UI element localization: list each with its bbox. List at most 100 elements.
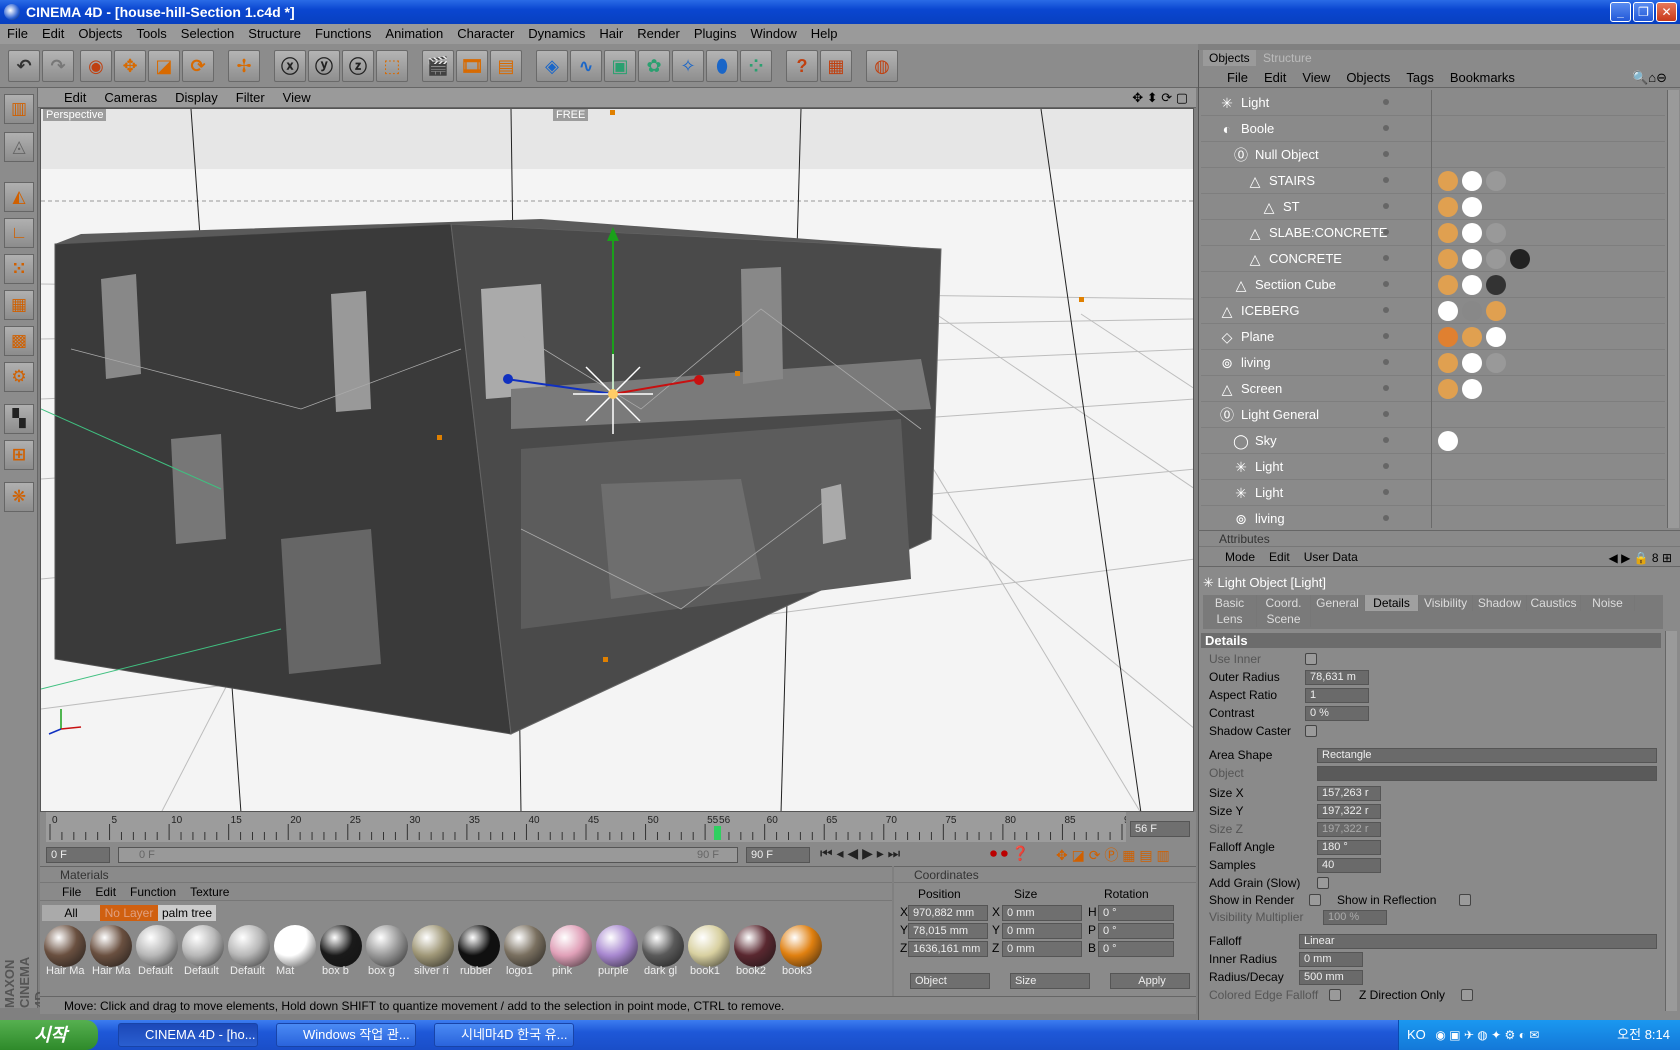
material-swatch[interactable]: book2 <box>732 923 778 983</box>
object-row[interactable]: ◇ Plane <box>1201 324 1665 350</box>
material-swatch[interactable]: rubber <box>456 923 502 983</box>
apply-button[interactable]: Apply <box>1110 973 1190 989</box>
material-tag-icon[interactable] <box>1438 223 1458 243</box>
material-swatch[interactable]: pink <box>548 923 594 983</box>
size-x-field[interactable]: 157,263 r <box>1317 786 1381 801</box>
material-tag-icon[interactable] <box>1438 327 1458 347</box>
menu-help[interactable]: Help <box>804 24 845 44</box>
window-titlebar[interactable]: CINEMA 4D - [house-hill-Section 1.c4d *]… <box>0 0 1680 24</box>
material-tag-icon[interactable] <box>1486 301 1506 321</box>
material-swatch[interactable]: box b <box>318 923 364 983</box>
polygons-mode-icon[interactable]: ▩ <box>4 326 34 356</box>
object-row[interactable]: ⊚ living <box>1201 350 1665 376</box>
visibility-dot[interactable] <box>1383 99 1389 105</box>
viewport-menu-cameras[interactable]: Cameras <box>95 88 166 108</box>
viewport-menu-view[interactable]: View <box>274 88 320 108</box>
object-row[interactable]: ◐ Boole <box>1201 116 1665 142</box>
close-button[interactable]: ✕ <box>1656 2 1677 22</box>
undo-icon[interactable]: ↶ <box>8 50 40 82</box>
menu-file[interactable]: File <box>0 24 35 44</box>
visibility-multiplier-field[interactable]: 100 % <box>1323 910 1387 925</box>
start-button[interactable]: 시작 <box>0 1020 98 1050</box>
visibility-dot[interactable] <box>1383 463 1389 469</box>
nurbs-icon[interactable]: ▣ <box>604 50 636 82</box>
material-swatch[interactable]: box g <box>364 923 410 983</box>
task-cinema4d[interactable]: CINEMA 4D - [ho... <box>118 1023 258 1047</box>
attr-tab[interactable]: Details <box>1365 595 1419 611</box>
position-field[interactable]: 970,882 mm <box>908 905 988 921</box>
z-direction-checkbox[interactable] <box>1461 989 1473 1001</box>
viewport-menu-display[interactable]: Display <box>166 88 227 108</box>
objects-menu-objects[interactable]: Objects <box>1338 68 1398 88</box>
restore-button[interactable]: ❐ <box>1633 2 1654 22</box>
rotation-field[interactable]: 0 ° <box>1098 923 1174 939</box>
shadow-caster-checkbox[interactable] <box>1305 725 1317 737</box>
menu-functions[interactable]: Functions <box>308 24 378 44</box>
viewport-menu-filter[interactable]: Filter <box>227 88 274 108</box>
last-tool-icon[interactable]: ✢ <box>228 50 260 82</box>
visibility-dot[interactable] <box>1383 177 1389 183</box>
render-view-icon[interactable]: 🎬 <box>422 50 454 82</box>
material-tag-icon[interactable] <box>1462 275 1482 295</box>
visibility-dot[interactable] <box>1383 411 1389 417</box>
material-tag-icon[interactable] <box>1462 171 1482 191</box>
menu-selection[interactable]: Selection <box>174 24 241 44</box>
minimize-button[interactable]: _ <box>1610 2 1631 22</box>
rotation-field[interactable]: 0 ° <box>1098 905 1174 921</box>
filter-all[interactable]: All <box>42 905 100 921</box>
material-tag-icon[interactable] <box>1486 249 1506 269</box>
material-tag-icon[interactable] <box>1462 197 1482 217</box>
attr-tab[interactable]: Basic <box>1203 595 1257 611</box>
menu-animation[interactable]: Animation <box>378 24 450 44</box>
tab-structure[interactable]: Structure <box>1257 50 1318 66</box>
end-frame-field[interactable]: 90 F <box>746 847 810 863</box>
inner-radius-field[interactable]: 0 mm <box>1299 952 1363 967</box>
material-tag-icon[interactable] <box>1486 353 1506 373</box>
objects-menu-edit[interactable]: Edit <box>1256 68 1294 88</box>
rotation-field[interactable]: 0 ° <box>1098 941 1174 957</box>
material-tag-icon[interactable] <box>1510 249 1530 269</box>
attr-tab[interactable]: Coord. <box>1257 595 1311 611</box>
visibility-dot[interactable] <box>1383 125 1389 131</box>
material-swatch[interactable]: Default <box>180 923 226 983</box>
viewport-menu-edit[interactable]: Edit <box>38 88 95 108</box>
visibility-dot[interactable] <box>1383 255 1389 261</box>
object-search-icon[interactable]: 🔍⌂⊖ <box>1624 68 1675 88</box>
visibility-dot[interactable] <box>1383 229 1389 235</box>
playback-controls[interactable]: ⏮ ◂ ◀ ▶ ▸ ⏭ <box>820 845 900 862</box>
frame-range-slider[interactable]: 0 F 90 F <box>118 847 738 863</box>
objects-menu-file[interactable]: File <box>1199 68 1256 88</box>
material-swatch[interactable]: Hair Ma <box>88 923 134 983</box>
objects-menu-bookmarks[interactable]: Bookmarks <box>1442 68 1523 88</box>
object-row[interactable]: ◯ Sky <box>1201 428 1665 454</box>
model-mode-icon[interactable]: ◭ <box>4 182 34 212</box>
attr-tab[interactable]: Lens <box>1203 611 1257 627</box>
material-swatch[interactable]: Mat <box>272 923 318 983</box>
object-row[interactable]: △ SLABE:CONCRETE <box>1201 220 1665 246</box>
spline-icon[interactable]: ∿ <box>570 50 602 82</box>
object-row[interactable]: △ CONCRETE <box>1201 246 1665 272</box>
move-icon[interactable]: ✥ <box>114 50 146 82</box>
object-row[interactable]: ⓪ Null Object <box>1201 142 1665 168</box>
menu-tools[interactable]: Tools <box>129 24 173 44</box>
visibility-dot[interactable] <box>1383 489 1389 495</box>
objects-menu-tags[interactable]: Tags <box>1398 68 1441 88</box>
aspect-ratio-field[interactable]: 1 <box>1305 688 1369 703</box>
x-axis-icon[interactable]: ⓧ <box>274 50 306 82</box>
viewport-icon[interactable]: ▥ <box>4 94 34 124</box>
task-task-manager[interactable]: Windows 작업 관... <box>276 1023 416 1047</box>
position-field[interactable]: 78,015 mm <box>908 923 988 939</box>
array-icon[interactable]: ✿ <box>638 50 670 82</box>
filter-palm-tree[interactable]: palm tree <box>158 905 216 921</box>
texture-axis-icon[interactable]: ⊞ <box>4 440 34 470</box>
render-settings-icon[interactable]: ▤ <box>490 50 522 82</box>
material-tag-icon[interactable] <box>1462 353 1482 373</box>
outer-radius-field[interactable]: 78,631 m <box>1305 670 1369 685</box>
size-z-field[interactable]: 197,322 r <box>1317 822 1381 837</box>
visibility-dot[interactable] <box>1383 385 1389 391</box>
area-shape-select[interactable]: Rectangle <box>1317 748 1657 763</box>
timeline-ruler[interactable]: 0 5 10 15 20 25 30 35 40 45 50 5556 60 65 70 75 80 85 90 5… <box>40 812 1196 844</box>
timeline-icon[interactable]: ▦ <box>820 50 852 82</box>
materials-menu-texture[interactable]: Texture <box>190 885 229 899</box>
particles-icon[interactable]: ⁘ <box>740 50 772 82</box>
